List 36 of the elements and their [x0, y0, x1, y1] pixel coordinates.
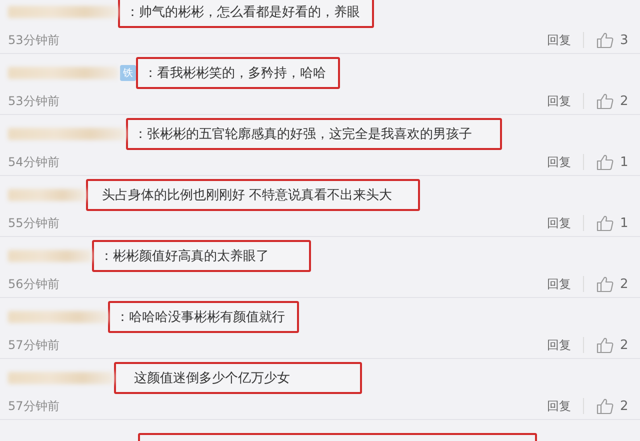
like-count: 1	[620, 216, 630, 230]
comment-time: 55分钟前	[8, 214, 60, 232]
comment-text: ：帅气的彬彬，怎么看都是好看的，养眼	[118, 0, 374, 28]
thumbs-up-icon[interactable]	[596, 92, 614, 110]
comment-time: 57分钟前	[8, 336, 60, 354]
thumbs-up-icon[interactable]	[596, 336, 614, 354]
comment-time: 53分钟前	[8, 92, 60, 110]
like-count: 2	[620, 276, 630, 292]
comment-time: 56分钟前	[8, 276, 60, 292]
like-count: 3	[620, 32, 630, 48]
comment-text: 头占身体的比例也刚刚好 不特意说真看不出来头大	[86, 179, 420, 211]
reply-link[interactable]: 回复	[547, 336, 571, 354]
reply-link[interactable]: 回复	[547, 276, 571, 292]
reply-link[interactable]: 回复	[547, 154, 571, 170]
comment-text: ：彬彬颜值好高真的太养眼了	[92, 240, 311, 272]
reply-link[interactable]: 回复	[547, 398, 571, 414]
thumbs-up-icon[interactable]	[596, 153, 614, 171]
comment-text: 这颜值迷倒多少个亿万少女	[114, 362, 362, 394]
comment-time: 53分钟前	[8, 32, 60, 48]
fan-badge: 铁	[120, 65, 136, 81]
reply-link[interactable]: 回复	[547, 92, 571, 110]
comment-time: 57分钟前	[8, 398, 60, 414]
comment-time: 54分钟前	[8, 154, 60, 170]
like-count: 2	[620, 94, 630, 108]
thumbs-up-icon[interactable]	[596, 275, 614, 293]
like-count: 2	[620, 398, 630, 414]
thumbs-up-icon[interactable]	[596, 397, 614, 415]
comment-text: ：哈哈哈没事彬彬有颜值就行	[108, 301, 299, 333]
comment-text: ：看我彬彬笑的，多矜持，哈哈	[136, 57, 340, 89]
reply-link[interactable]: 回复	[547, 32, 571, 48]
comment-text: ：张彬彬的五官轮廓感真的好强，这完全是我喜欢的男孩子	[126, 118, 502, 150]
like-count: 2	[620, 338, 630, 352]
like-count: 1	[620, 154, 630, 170]
thumbs-up-icon[interactable]	[596, 31, 614, 49]
reply-link[interactable]: 回复	[547, 214, 571, 232]
thumbs-up-icon[interactable]	[596, 214, 614, 232]
